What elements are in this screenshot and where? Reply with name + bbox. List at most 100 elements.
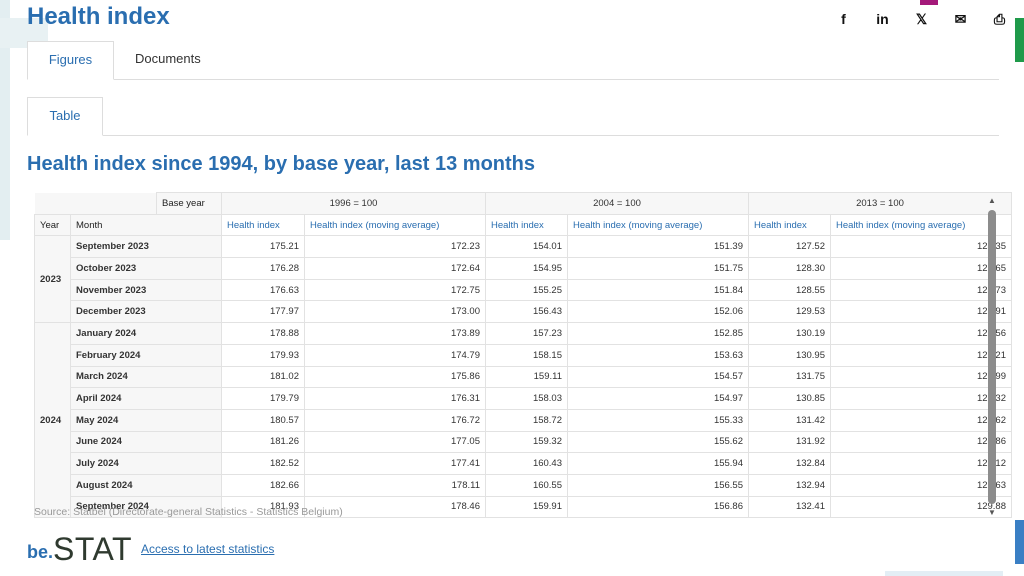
base-group-header: 2004 = 100	[485, 192, 749, 215]
month-cell: December 2023	[70, 300, 222, 324]
moving-average-value: 172.64	[304, 257, 486, 280]
health-index-column-header: Health index	[485, 213, 568, 237]
decorative-tab-purple	[920, 0, 938, 5]
table-row: February 2024 179.93 174.79 158.15 153.63 130…	[35, 343, 1012, 367]
moving-average-value: 151.84	[567, 278, 749, 302]
moving-average-value: 155.62	[567, 430, 749, 454]
month-cell: November 2023	[70, 278, 222, 302]
table-row: July 2024182.52177.41160.43155.94132.841…	[35, 452, 1012, 475]
health-index-value: 129.53	[748, 300, 831, 324]
mail-icon[interactable]: ✉	[941, 10, 980, 28]
table-row: April 2024 179.79 176.31 158.03 154.97 130.85…	[35, 387, 1012, 410]
moving-average-value: 151.39	[567, 235, 749, 259]
month-cell: March 2024	[70, 365, 222, 389]
health-index-column-header: Health index	[221, 213, 305, 237]
health-index-value: 154.95	[485, 257, 568, 280]
moving-average-value: 178.11	[304, 473, 486, 497]
health-index-value: 127.52	[748, 235, 831, 259]
table-body: 2023 September 2023 175.21 172.23 154.01 151.…	[34, 235, 1012, 519]
health-index-value: 158.15	[485, 343, 568, 367]
month-column-header: Month	[70, 213, 222, 237]
health-index-value: 181.02	[221, 365, 305, 389]
moving-average-value: 156.55	[567, 473, 749, 497]
scrollbar-thumb[interactable]	[988, 210, 996, 504]
x-icon[interactable]: 𝕏	[902, 10, 941, 28]
moving-average-value: 172.23	[304, 235, 486, 259]
health-index-value: 182.66	[221, 473, 305, 497]
table-row: November 2023 176.63 172.75 155.25 151.84 128…	[35, 278, 1012, 302]
moving-average-value: 173.00	[304, 300, 486, 324]
moving-average-value: 154.97	[567, 387, 749, 410]
table-row: March 2024 181.02 175.86 159.11 154.57 131.75…	[35, 365, 1012, 389]
moving-average-value: 153.63	[567, 343, 749, 367]
health-index-value: 159.11	[485, 365, 568, 389]
section-title: Health index since 1994, by base year, l…	[27, 153, 536, 175]
health-index-value: 132.41	[748, 495, 831, 519]
month-cell: June 2024	[70, 430, 222, 454]
health-index-table-container: Base year 1996 = 100 2004 = 100 2013 = 1…	[34, 192, 1012, 519]
bestat-logo: be. STAT	[27, 531, 133, 567]
health-index-value: 160.55	[485, 473, 568, 497]
health-index-value: 177.97	[221, 300, 305, 324]
moving-average-value: 176.31	[304, 387, 486, 410]
scroll-down-arrow-icon[interactable]: ▼	[988, 508, 996, 517]
tab-figures[interactable]: Figures	[27, 41, 114, 80]
health-index-value: 182.52	[221, 452, 305, 475]
health-index-value: 159.91	[485, 495, 568, 519]
table-row: August 2024 182.66 178.11 160.55 156.55 132.9…	[35, 473, 1012, 497]
health-index-value: 179.93	[221, 343, 305, 367]
table-row: October 2023 176.28 172.64 154.95 151.75 128.…	[35, 257, 1012, 280]
health-index-value: 130.19	[748, 322, 831, 345]
moving-average-value: 152.85	[567, 322, 749, 345]
health-index-value: 181.26	[221, 430, 305, 454]
health-index-value: 132.94	[748, 473, 831, 497]
health-index-value: 156.43	[485, 300, 568, 324]
health-index-value: 180.57	[221, 408, 305, 432]
base-group-header: 2013 = 100	[748, 192, 1012, 215]
table-row: May 2024180.57176.72158.72155.33131.4212…	[35, 408, 1012, 432]
moving-average-value: 175.86	[304, 365, 486, 389]
moving-average-value: 156.86	[567, 495, 749, 519]
health-index-value: 157.23	[485, 322, 568, 345]
health-index-value: 131.75	[748, 365, 831, 389]
share-toolbar: f in 𝕏 ✉ ⎙	[824, 10, 1019, 28]
moving-average-column-header: Health index (moving average)	[304, 213, 486, 237]
moving-average-value: 154.57	[567, 365, 749, 389]
moving-average-value: 172.75	[304, 278, 486, 302]
source-note: Source: Statbel (Directorate-general Sta…	[34, 506, 343, 518]
health-index-value: 179.79	[221, 387, 305, 410]
health-index-value: 158.03	[485, 387, 568, 410]
month-cell: August 2024	[70, 473, 222, 497]
month-cell: October 2023	[70, 257, 222, 280]
month-cell: February 2024	[70, 343, 222, 367]
health-index-value: 131.42	[748, 408, 831, 432]
decorative-tab-blue	[1015, 520, 1024, 564]
health-index-value: 176.63	[221, 278, 305, 302]
facebook-icon[interactable]: f	[824, 10, 863, 28]
access-latest-statistics-link[interactable]: Access to latest statistics	[141, 542, 274, 556]
moving-average-value: 155.94	[567, 452, 749, 475]
health-index-value: 154.01	[485, 235, 568, 259]
health-index-value: 159.32	[485, 430, 568, 454]
health-index-value: 128.55	[748, 278, 831, 302]
scroll-up-arrow-icon[interactable]: ▲	[988, 196, 996, 205]
print-icon[interactable]: ⎙	[980, 10, 1019, 28]
sub-tabs: Table	[27, 97, 999, 136]
table-scrollbar[interactable]: ▲ ▼	[985, 196, 999, 518]
moving-average-value: 155.33	[567, 408, 749, 432]
health-index-value: 175.21	[221, 235, 305, 259]
moving-average-value: 173.89	[304, 322, 486, 345]
linkedin-icon[interactable]: in	[863, 10, 902, 28]
moving-average-value: 177.05	[304, 430, 486, 454]
tab-table[interactable]: Table	[27, 97, 103, 136]
moving-average-value: 151.75	[567, 257, 749, 280]
health-index-value: 155.25	[485, 278, 568, 302]
table-row: June 2024181.26177.05159.32155.62131.921…	[35, 430, 1012, 454]
month-cell: May 2024	[70, 408, 222, 432]
base-year-label: Base year	[156, 192, 222, 215]
health-index-value: 131.92	[748, 430, 831, 454]
moving-average-column-header: Health index (moving average)	[567, 213, 749, 237]
health-index-value: 132.84	[748, 452, 831, 475]
tab-documents[interactable]: Documents	[135, 41, 201, 78]
logo-name: STAT	[53, 531, 133, 567]
